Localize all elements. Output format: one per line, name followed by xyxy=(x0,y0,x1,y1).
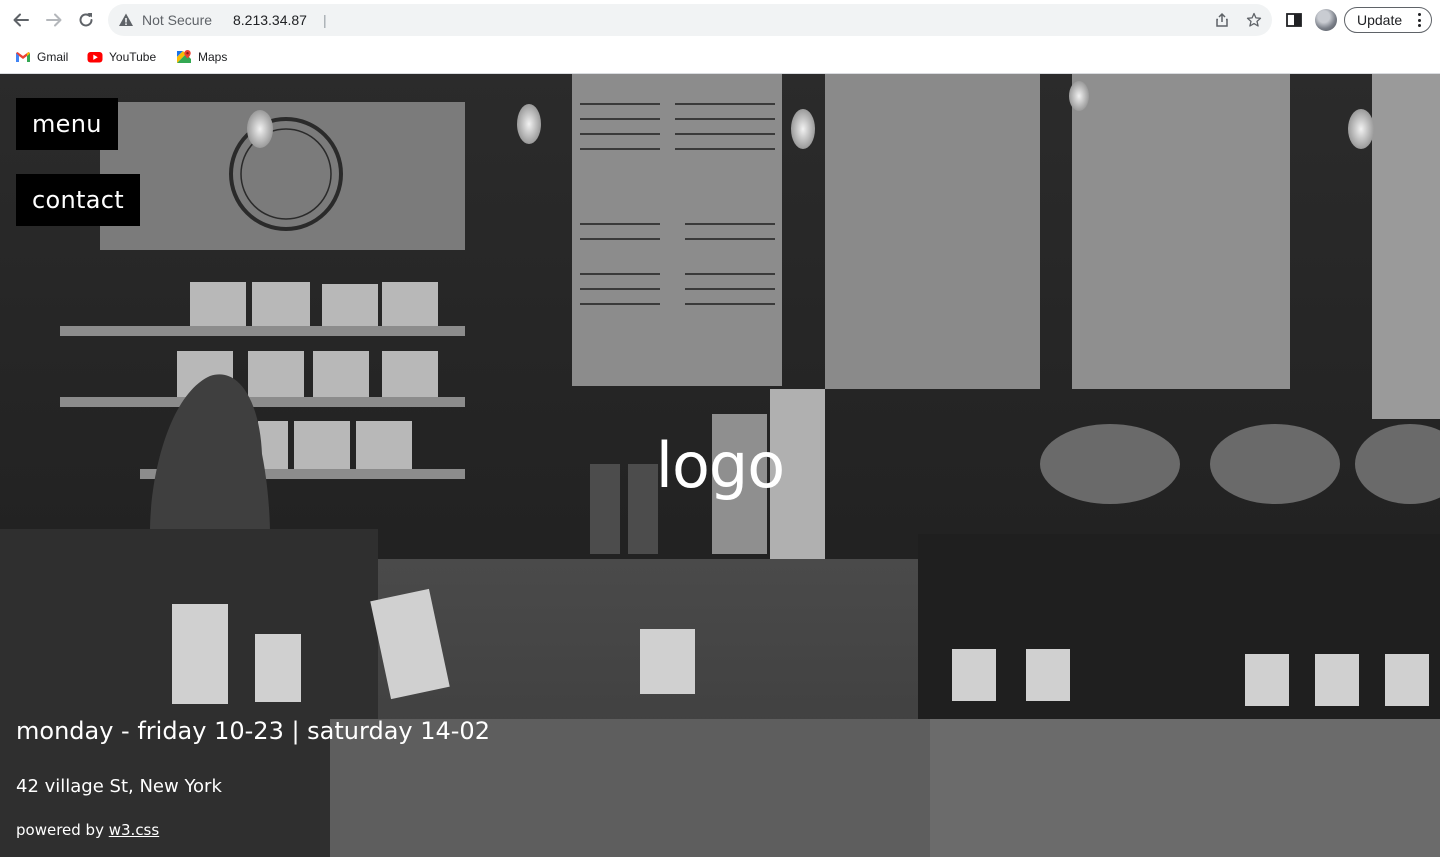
omnibox-separator: | xyxy=(323,12,327,28)
browser-toolbar: Not Secure | 8.213.34.87 Update xyxy=(0,0,1440,40)
update-button[interactable]: Update xyxy=(1344,7,1432,33)
powered-by-label: powered by xyxy=(16,821,104,839)
security-status[interactable]: Not Secure xyxy=(142,12,212,28)
forward-arrow-icon[interactable] xyxy=(42,8,66,32)
url-text[interactable]: 8.213.34.87 xyxy=(233,12,307,28)
bookmark-label: Maps xyxy=(198,50,228,64)
bookmark-label: Gmail xyxy=(37,50,69,64)
bookmark-youtube[interactable]: YouTube xyxy=(87,49,156,65)
gmail-icon xyxy=(16,52,30,62)
bookmark-label: YouTube xyxy=(109,50,157,64)
maps-icon xyxy=(177,50,191,63)
profile-avatar[interactable] xyxy=(1315,9,1337,31)
update-label: Update xyxy=(1357,12,1403,28)
back-arrow-icon[interactable] xyxy=(9,8,33,32)
opening-hours: monday - friday 10-23 | saturday 14-02 xyxy=(16,717,490,745)
bookmark-maps[interactable]: Maps xyxy=(176,49,227,65)
more-vert-icon[interactable] xyxy=(1417,13,1421,27)
site-logo-text: logo xyxy=(655,429,785,502)
reload-icon[interactable] xyxy=(74,8,98,32)
powered-by-footer: powered by w3.css xyxy=(16,819,159,841)
web-page: menu contact logo monday - friday 10-23 … xyxy=(0,74,1440,857)
w3css-link[interactable]: w3.css xyxy=(109,821,159,839)
bookmarks-bar: Gmail YouTube Maps xyxy=(0,40,1440,74)
menu-button[interactable]: menu xyxy=(16,98,118,150)
side-panel-icon[interactable] xyxy=(1284,10,1304,30)
star-icon[interactable] xyxy=(1246,12,1262,28)
youtube-icon xyxy=(87,52,103,63)
address-bar[interactable]: Not Secure | 8.213.34.87 xyxy=(108,4,1272,36)
bookmark-gmail[interactable]: Gmail xyxy=(15,49,68,65)
share-icon[interactable] xyxy=(1214,12,1230,28)
warning-icon[interactable] xyxy=(118,12,134,28)
contact-button[interactable]: contact xyxy=(16,174,140,226)
address: 42 village St, New York xyxy=(16,776,222,797)
